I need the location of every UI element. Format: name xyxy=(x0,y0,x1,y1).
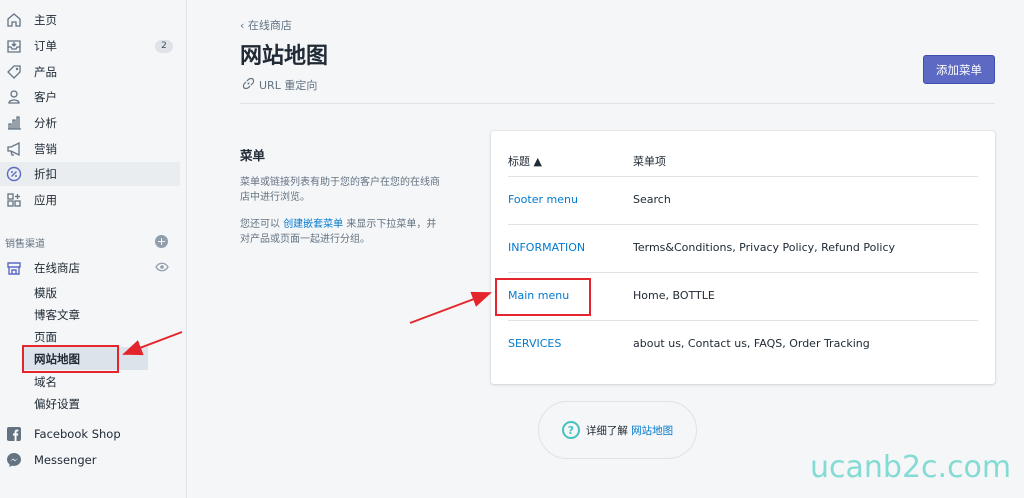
learn-more-callout: ? 详细了解 网站地图 xyxy=(538,401,697,459)
learn-more-link[interactable]: 网站地图 xyxy=(631,425,673,437)
watermark: ucanb2c.com xyxy=(810,450,1012,485)
question-icon: ? xyxy=(561,421,580,439)
arrow-to-sidebar-item xyxy=(122,331,183,356)
learn-more-text: 详细了解 网站地图 xyxy=(585,424,674,437)
annotation-arrows xyxy=(122,291,492,356)
arrow-to-main-menu xyxy=(409,291,492,324)
